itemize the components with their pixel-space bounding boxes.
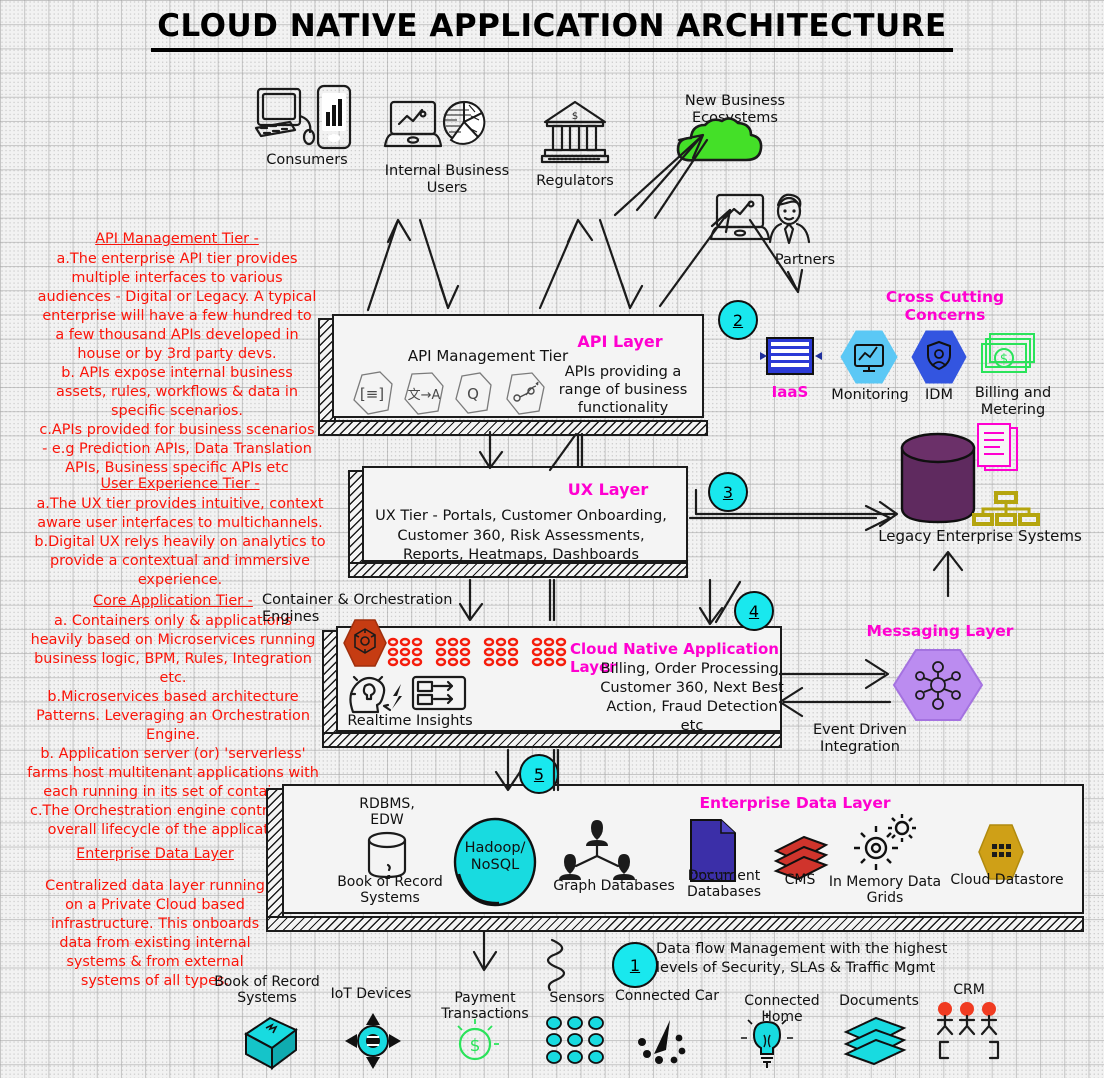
svg-text:$: $ bbox=[572, 111, 578, 122]
book-of-record-label: Book of Record Systems bbox=[337, 874, 443, 907]
idm-icon bbox=[911, 330, 967, 384]
cross-cutting-title: Cross Cutting Concerns bbox=[885, 288, 1005, 324]
crm-label: CRM bbox=[953, 982, 985, 998]
ux-layer-title: UX Layer bbox=[567, 480, 649, 499]
svg-text:Q: Q bbox=[467, 385, 479, 403]
sensors-label: Sensors bbox=[549, 990, 605, 1006]
note-api-tier-heading: API Management Tier - bbox=[95, 231, 259, 247]
dataflow-text: Data flow Management with the highest le… bbox=[656, 941, 948, 976]
ux-core-connectors bbox=[458, 578, 742, 626]
svg-text:$: $ bbox=[470, 1036, 481, 1056]
documents-label: Documents bbox=[839, 993, 919, 1009]
note-data-layer-body: Centralized data layer running on a Priv… bbox=[45, 878, 265, 990]
ux-legacy-arrow bbox=[688, 488, 899, 532]
note-data-layer-heading: Enterprise Data Layer bbox=[76, 846, 234, 862]
iaas-icon bbox=[760, 334, 822, 378]
legacy-documents-icon bbox=[975, 423, 1023, 476]
consumers-label: Consumers bbox=[266, 152, 348, 168]
hadoop-nosql-label: Hadoop/ NoSQL bbox=[464, 840, 526, 873]
book-of-record-source-icon bbox=[240, 1014, 302, 1070]
legacy-up-arrow bbox=[932, 550, 964, 598]
api-layer-title: API Layer bbox=[577, 332, 663, 351]
orchestration-engine-icon bbox=[343, 619, 387, 667]
billing-and-metering-icon: $ bbox=[978, 332, 1040, 382]
event-driven-arrows bbox=[778, 658, 892, 718]
core-layer-description: Billing, Order Processing, Customer 360,… bbox=[600, 660, 784, 734]
api-icons-row: [≡] 文→A Q bbox=[350, 370, 550, 422]
billing-and-metering-label: Billing and Metering bbox=[974, 385, 1052, 418]
legacy-database-icon bbox=[898, 432, 980, 528]
rdbms-edw-label: RDBMS, EDW bbox=[359, 796, 415, 829]
sensors-icon bbox=[545, 1016, 607, 1064]
data-layer-title: Enterprise Data Layer bbox=[699, 794, 891, 812]
note-api-tier: API Management Tier - a.The enterprise A… bbox=[36, 230, 318, 478]
legacy-org-chart-icon bbox=[972, 491, 1040, 526]
svg-text:[≡]: [≡] bbox=[360, 385, 384, 403]
svg-text:文→A: 文→A bbox=[408, 388, 441, 403]
in-memory-data-grids-label: In Memory Data Grids bbox=[828, 874, 942, 907]
page-title-text: CLOUD NATIVE APPLICATION ARCHITECTURE bbox=[151, 8, 953, 52]
connected-car-icon bbox=[634, 1018, 696, 1066]
iot-devices-label: IoT Devices bbox=[330, 986, 412, 1002]
badge-2[interactable]: 2 bbox=[718, 300, 758, 340]
event-driven-integration-label: Event Driven Integration bbox=[813, 722, 907, 755]
monitoring-icon bbox=[840, 330, 898, 384]
iot-devices-icon bbox=[344, 1012, 402, 1070]
internal-business-users-icon bbox=[383, 100, 489, 152]
graph-databases-label: Graph Databases bbox=[553, 878, 675, 894]
realtime-insights-icon bbox=[345, 672, 470, 714]
messaging-layer-title: Messaging Layer bbox=[866, 622, 1014, 640]
cloud-datastore-label: Cloud Datastore bbox=[950, 872, 1064, 888]
monitoring-label: Monitoring bbox=[831, 387, 909, 403]
in-memory-data-grids-icon bbox=[848, 812, 918, 874]
ux-layer-description: UX Tier - Portals, Customer Onboarding, … bbox=[375, 507, 667, 564]
idm-label: IDM bbox=[925, 387, 953, 403]
crm-icon bbox=[934, 1000, 1004, 1062]
api-layer-description: APIs providing a range of business funct… bbox=[558, 364, 688, 417]
api-ux-connectors bbox=[478, 430, 584, 472]
book-of-record-source-label: Book of Record Systems bbox=[214, 974, 320, 1007]
payment-transactions-icon: $ bbox=[450, 1018, 502, 1066]
book-of-record-cylinder-icon bbox=[366, 831, 408, 880]
document-databases-label: Document Databases bbox=[686, 868, 762, 901]
consumers-icon bbox=[252, 84, 362, 150]
note-data-layer: Enterprise Data Layer Centralized data l… bbox=[36, 845, 274, 991]
note-api-tier-body: a.The enterprise API tier provides multi… bbox=[37, 251, 317, 477]
messaging-hex-icon bbox=[892, 648, 984, 722]
note-ux-tier: User Experience Tier - a.The UX tier pro… bbox=[16, 475, 344, 590]
core-data-connector bbox=[494, 748, 560, 792]
data-bottom-connector bbox=[472, 930, 498, 972]
container-dots bbox=[387, 637, 578, 668]
page-title: CLOUD NATIVE APPLICATION ARCHITECTURE bbox=[0, 8, 1104, 52]
note-ux-tier-heading: User Experience Tier - bbox=[100, 476, 260, 492]
svg-text:$: $ bbox=[1000, 352, 1008, 367]
dataflow-squiggle-icon bbox=[546, 938, 566, 992]
connected-car-label: Connected Car bbox=[615, 988, 719, 1004]
realtime-insights-label: Realtime Insights bbox=[347, 713, 473, 729]
note-ux-tier-body: a.The UX tier provides intuitive, contex… bbox=[34, 496, 326, 589]
badge-1[interactable]: 1 bbox=[612, 942, 658, 988]
iaas-label: IaaS bbox=[771, 383, 809, 401]
ecosystem-arrows bbox=[613, 133, 709, 220]
connected-home-icon bbox=[738, 1012, 796, 1070]
data-layer-bottom-face bbox=[266, 916, 1084, 932]
documents-source-icon bbox=[842, 1016, 908, 1066]
